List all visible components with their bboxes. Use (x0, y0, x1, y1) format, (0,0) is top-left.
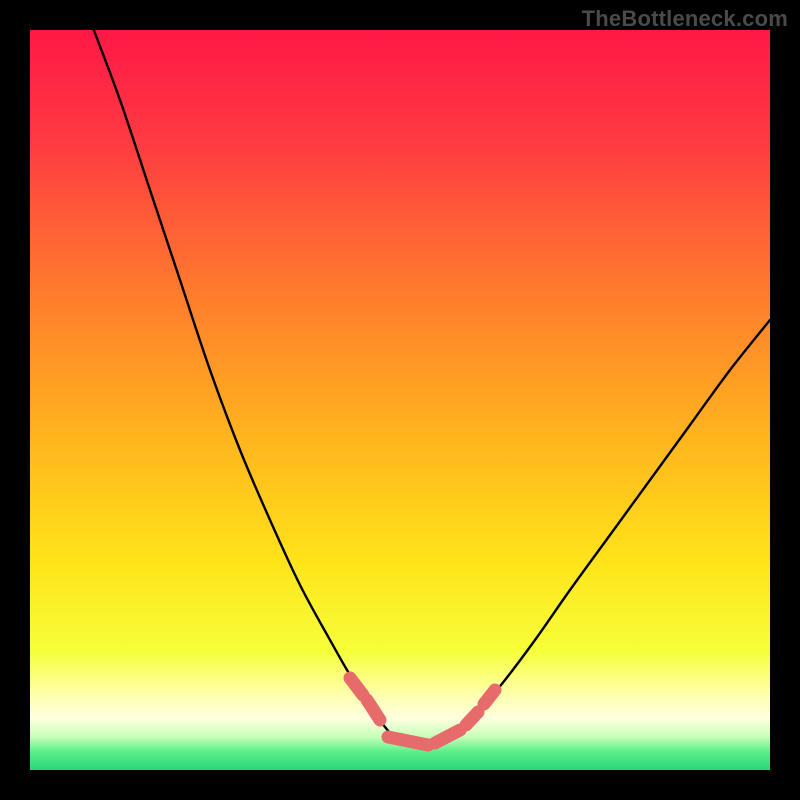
flat-dash (350, 678, 363, 695)
flat-dash (367, 700, 380, 720)
flat-dash (435, 730, 460, 743)
bottleneck-curve (90, 30, 770, 748)
curve-layer (30, 30, 770, 770)
flat-dash (388, 737, 428, 745)
flat-dash (484, 690, 495, 704)
plot-area (30, 30, 770, 770)
watermark-text: TheBottleneck.com (582, 6, 788, 32)
flat-region-dashes (350, 678, 495, 745)
chart-frame: TheBottleneck.com (0, 0, 800, 800)
flat-dash (466, 712, 478, 725)
